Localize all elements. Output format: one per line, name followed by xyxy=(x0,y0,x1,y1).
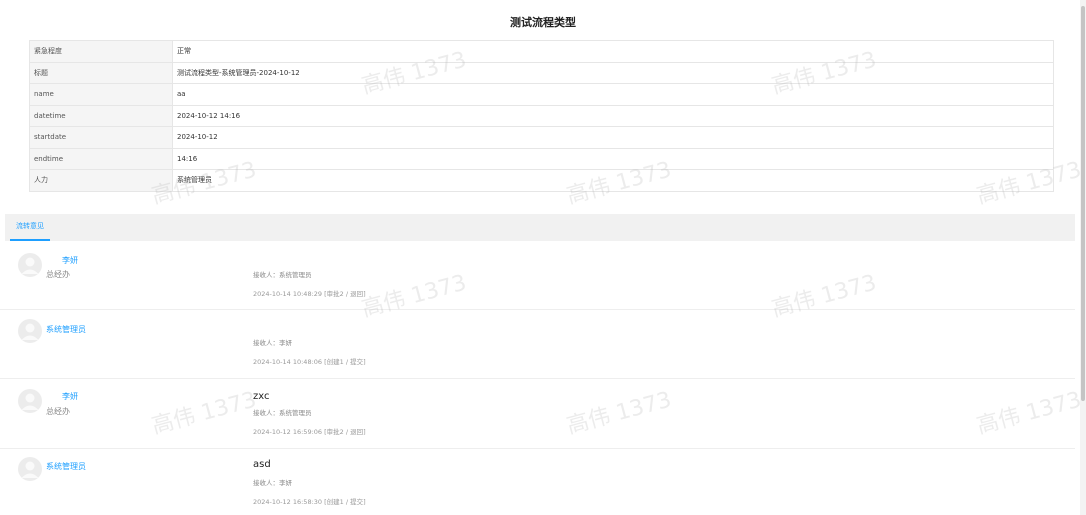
info-row: 标题 测试流程类型-系统管理员-2024-10-12 xyxy=(29,61,1054,84)
info-row: startdate 2024-10-12 xyxy=(29,126,1054,149)
field-label: 标题 xyxy=(29,61,173,84)
field-value: 14:16 xyxy=(172,147,1054,170)
field-label: endtime xyxy=(29,147,173,170)
field-label: 人力 xyxy=(29,169,173,192)
scrollbar-thumb[interactable] xyxy=(1081,6,1085,401)
tabs-bar: 流转意见 xyxy=(5,214,1075,241)
info-row: 人力 系统管理员 xyxy=(29,169,1054,192)
list-item: 系统管理员 接收人：李妍 2024-10-14 10:48:06 [创建1 / … xyxy=(0,309,1075,379)
user-name-link[interactable]: 李妍 xyxy=(62,255,78,266)
list-item: 李妍 总经办 接收人：系统管理员 2024-10-14 10:48:29 [审批… xyxy=(0,241,1075,310)
field-label: 紧急程度 xyxy=(29,40,173,63)
tab-comments[interactable]: 流转意见 xyxy=(10,214,50,241)
field-label: name xyxy=(29,83,173,106)
user-name-link[interactable]: 李妍 xyxy=(62,391,78,402)
user-dept: 总经办 xyxy=(46,270,70,279)
field-value: 2024-10-12 14:16 xyxy=(172,104,1054,127)
field-value: aa xyxy=(172,83,1054,106)
info-table: 紧急程度 正常 标题 测试流程类型-系统管理员-2024-10-12 name aa … xyxy=(29,40,1054,192)
user-name-link[interactable]: 系统管理员 xyxy=(46,461,86,472)
timestamp: 2024-10-12 16:58:30 [创建1 / 提交] xyxy=(253,498,366,506)
receiver-text: 接收人：李妍 xyxy=(253,479,292,487)
info-row: datetime 2024-10-12 14:16 xyxy=(29,104,1054,127)
avatar-icon xyxy=(18,389,42,413)
field-value: 系统管理员 xyxy=(172,169,1054,192)
info-row: endtime 14:16 xyxy=(29,147,1054,170)
field-label: startdate xyxy=(29,126,173,149)
user-name-link[interactable]: 系统管理员 xyxy=(46,324,86,335)
info-row: 紧急程度 正常 xyxy=(29,40,1054,63)
field-value: 正常 xyxy=(172,40,1054,63)
timestamp: 2024-10-14 10:48:29 [审批2 / 退回] xyxy=(253,290,366,298)
page-title: 测试流程类型 xyxy=(510,16,576,29)
user-dept: 总经办 xyxy=(46,407,70,416)
timestamp: 2024-10-12 16:59:06 [审批2 / 退回] xyxy=(253,428,366,436)
receiver-text: 接收人：系统管理员 xyxy=(253,409,312,417)
avatar-icon xyxy=(18,319,42,343)
list-item: 李妍 总经办 zxc 接收人：系统管理员 2024-10-12 16:59:06… xyxy=(0,378,1075,449)
list-item: 系统管理员 asd 接收人：李妍 2024-10-12 16:58:30 [创建… xyxy=(0,448,1075,515)
avatar-icon xyxy=(18,457,42,481)
scrollbar[interactable] xyxy=(1080,0,1086,515)
comment-text: zxc xyxy=(253,391,270,402)
field-value: 2024-10-12 xyxy=(172,126,1054,149)
info-row: name aa xyxy=(29,83,1054,106)
avatar-icon xyxy=(18,253,42,277)
receiver-text: 接收人：系统管理员 xyxy=(253,271,312,279)
field-value: 测试流程类型-系统管理员-2024-10-12 xyxy=(172,61,1054,84)
comment-text: asd xyxy=(253,459,271,470)
receiver-text: 接收人：李妍 xyxy=(253,339,292,347)
field-label: datetime xyxy=(29,104,173,127)
timestamp: 2024-10-14 10:48:06 [创建1 / 提交] xyxy=(253,358,366,366)
